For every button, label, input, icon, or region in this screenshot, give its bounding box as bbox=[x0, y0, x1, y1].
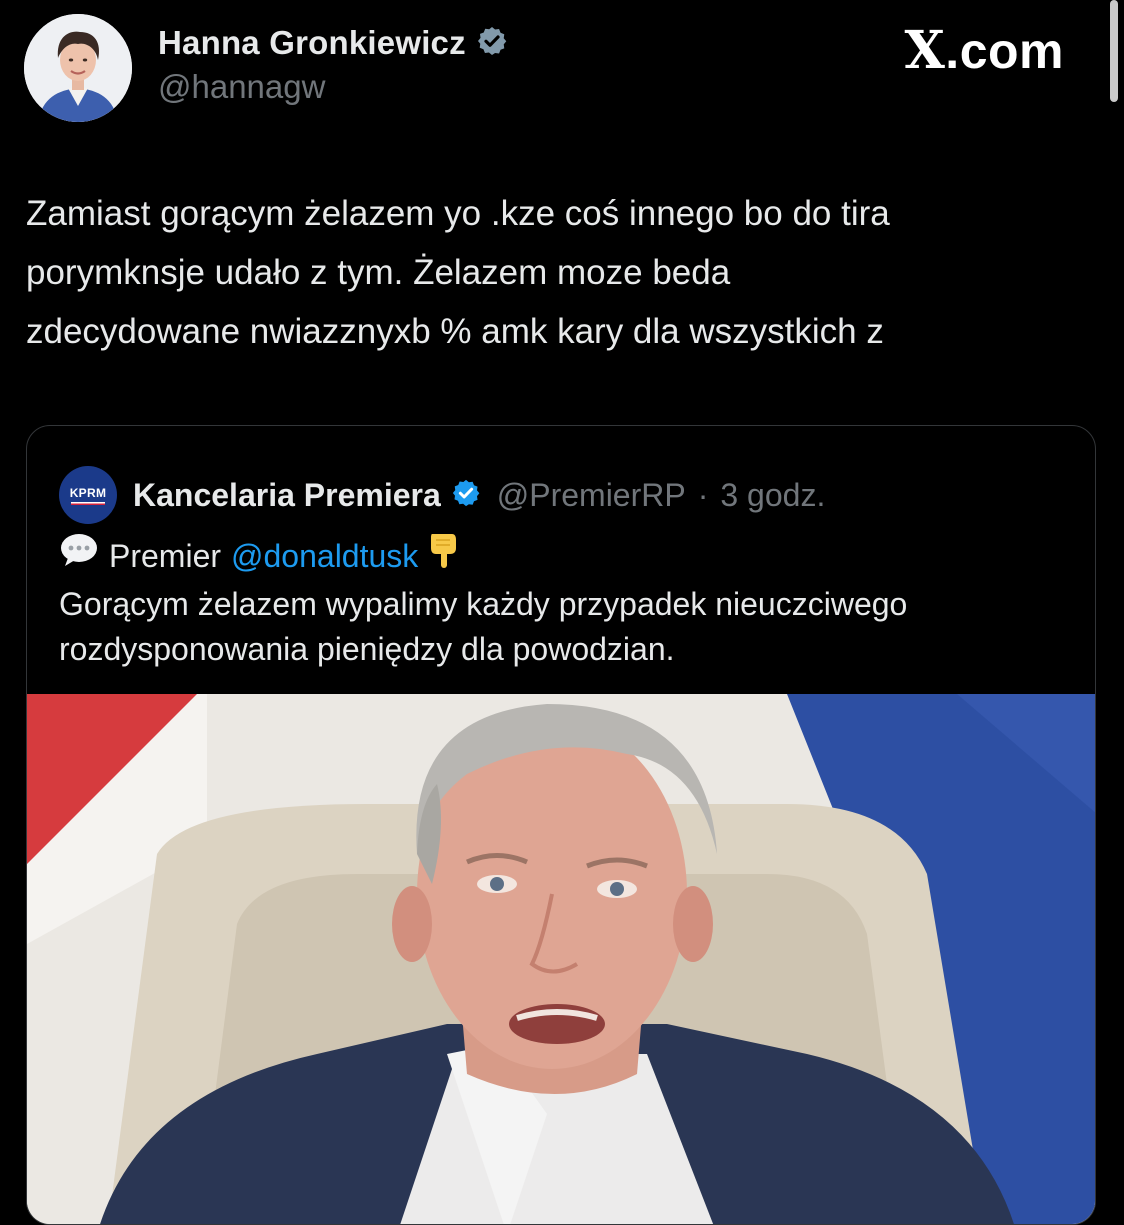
avatar-portrait bbox=[24, 14, 132, 122]
quoted-first-line: Premier @donaldtusk bbox=[59, 530, 1079, 582]
quoted-timestamp[interactable]: 3 godz. bbox=[720, 477, 825, 514]
verified-badge-icon bbox=[476, 25, 508, 62]
tweet-header: Hanna Gronkiewicz @hannagw X .com bbox=[24, 14, 1084, 124]
quoted-tweet-body: Premier @donaldtusk Gorącym żelazem wypa… bbox=[59, 530, 1079, 672]
quoted-author-handle[interactable]: @PremierRP bbox=[497, 477, 686, 514]
speech-bubble-icon bbox=[59, 532, 99, 580]
quoted-author-name[interactable]: Kancelaria Premiera bbox=[133, 477, 441, 514]
quoted-tweet-header: KPRM Kancelaria Premiera @PremierRP · 3 … bbox=[59, 466, 825, 524]
meta-separator: · bbox=[697, 476, 709, 513]
author-name[interactable]: Hanna Gronkiewicz bbox=[158, 24, 466, 62]
quoted-text: Gorącym żelazem wypalimy każdy przypadek… bbox=[59, 586, 908, 667]
brand-domain: .com bbox=[945, 22, 1064, 79]
quoted-video-thumbnail[interactable] bbox=[27, 694, 1095, 1224]
quoted-tweet-card[interactable]: KPRM Kancelaria Premiera @PremierRP · 3 … bbox=[26, 425, 1096, 1225]
video-frame-image bbox=[27, 694, 1095, 1224]
pointing-down-hand-icon bbox=[428, 530, 458, 582]
mention-link[interactable]: @donaldtusk bbox=[231, 534, 418, 579]
tweet-text: Zamiast gorącym żelazem yo .kze coś inne… bbox=[26, 194, 890, 351]
flag-stripe-icon bbox=[71, 501, 105, 505]
verified-badge-icon bbox=[451, 478, 481, 513]
avatar[interactable] bbox=[24, 14, 132, 122]
kprm-avatar[interactable]: KPRM bbox=[59, 466, 117, 524]
author-handle[interactable]: @hannagw bbox=[158, 68, 325, 106]
author-name-row: Hanna Gronkiewicz bbox=[158, 24, 508, 62]
scrollbar[interactable] bbox=[1110, 0, 1118, 102]
kprm-logo-text: KPRM bbox=[69, 485, 107, 500]
x-com-logo: X .com bbox=[904, 20, 1064, 81]
quoted-prefix: Premier bbox=[109, 537, 222, 574]
x-logo-icon: X bbox=[904, 20, 946, 81]
